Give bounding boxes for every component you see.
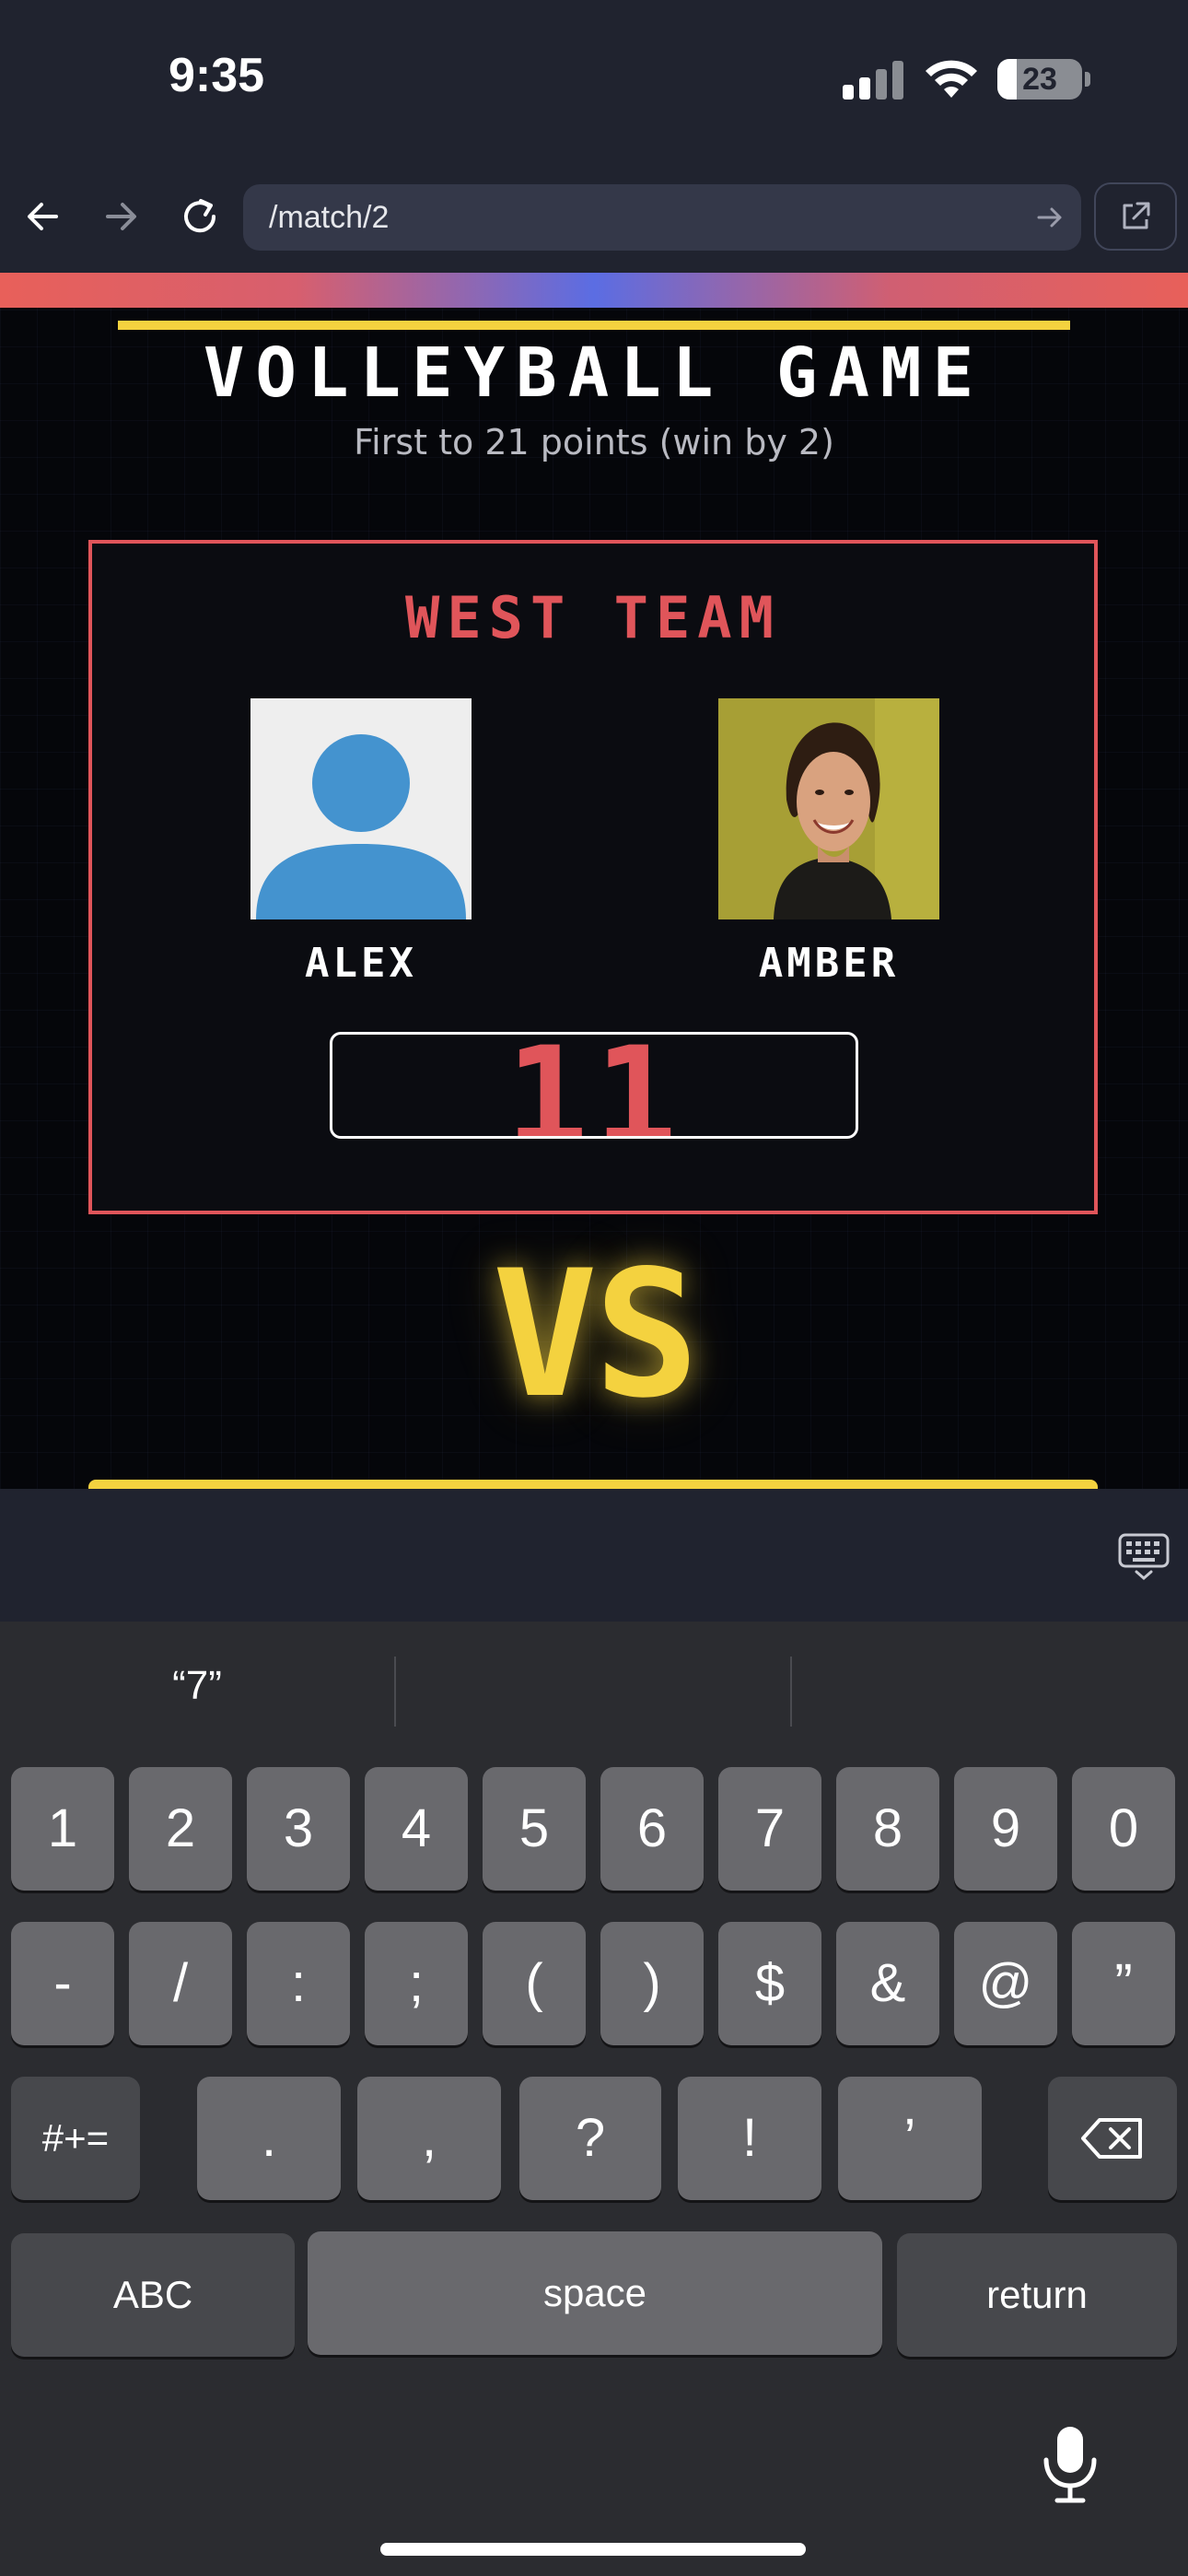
battery-nub <box>1085 72 1090 87</box>
backspace-icon <box>1081 2118 1142 2159</box>
reload-button[interactable] <box>168 184 232 249</box>
suggestion-item[interactable] <box>792 1622 1186 1751</box>
player-avatar <box>718 698 939 919</box>
score-input[interactable]: 11 <box>330 1032 858 1139</box>
key-9[interactable]: 9 <box>954 1767 1057 1891</box>
key-3[interactable]: 3 <box>247 1767 350 1891</box>
keyboard-accessory-bar <box>0 1489 1188 1622</box>
team-card: WEST TEAM ALEX AMBER 11 <box>88 540 1098 1214</box>
go-arrow-icon[interactable] <box>1035 203 1065 232</box>
reload-icon <box>184 199 216 233</box>
open-external-button[interactable] <box>1094 182 1177 251</box>
player-card: ALEX <box>250 698 472 987</box>
battery-icon: 23 <box>997 59 1082 100</box>
key-question[interactable]: ? <box>519 2077 661 2200</box>
key-exclamation[interactable]: ! <box>678 2077 821 2200</box>
key-delete[interactable] <box>1048 2077 1177 2200</box>
player-name: ALEX <box>305 940 417 987</box>
key-ampersand[interactable]: & <box>836 1922 939 2045</box>
forward-button[interactable] <box>88 184 153 249</box>
home-indicator[interactable] <box>380 2543 806 2556</box>
page-subtitle: First to 21 points (win by 2) <box>354 422 834 463</box>
key-1[interactable]: 1 <box>11 1767 114 1891</box>
team-name: WEST TEAM <box>405 584 781 651</box>
key-6[interactable]: 6 <box>600 1767 704 1891</box>
player-card: AMBER <box>718 698 939 987</box>
key-8[interactable]: 8 <box>836 1767 939 1891</box>
microphone-icon[interactable] <box>1039 2423 1101 2506</box>
web-page: VOLLEYBALL GAME First to 21 points (win … <box>0 273 1188 1489</box>
suggestion-item[interactable] <box>396 1622 790 1751</box>
clock: 9:35 <box>169 49 265 102</box>
key-5[interactable]: 5 <box>483 1767 586 1891</box>
key-at[interactable]: @ <box>954 1922 1057 2045</box>
key-apostrophe[interactable]: ’ <box>838 2077 982 2200</box>
key-hyphen[interactable]: - <box>11 1922 114 2045</box>
arrow-left-icon <box>28 203 58 230</box>
key-abc[interactable]: ABC <box>11 2233 295 2357</box>
open-external-icon <box>1123 202 1150 229</box>
key-period[interactable]: . <box>197 2077 341 2200</box>
next-team-card-edge <box>88 1480 1098 1489</box>
key-symbols[interactable]: #+= <box>11 2077 140 2200</box>
keyboard: “7” 1 2 3 4 5 6 7 8 9 0 - / : ; ( ) $ & … <box>0 1622 1188 2576</box>
key-semicolon[interactable]: ; <box>365 1922 468 2045</box>
back-button[interactable] <box>11 184 76 249</box>
vs-label: VS <box>492 1233 700 1436</box>
key-7[interactable]: 7 <box>718 1767 821 1891</box>
url-text: /match/2 <box>269 200 390 235</box>
key-comma[interactable]: , <box>357 2077 501 2200</box>
key-4[interactable]: 4 <box>365 1767 468 1891</box>
player-name: AMBER <box>758 940 900 987</box>
key-return[interactable]: return <box>897 2233 1177 2357</box>
address-bar[interactable]: /match/2 <box>243 184 1081 251</box>
key-dollar[interactable]: $ <box>718 1922 821 2045</box>
key-colon[interactable]: : <box>247 1922 350 2045</box>
status-bar: 9:35 23 <box>0 0 1188 157</box>
header-gradient-strip <box>0 273 1188 308</box>
key-0[interactable]: 0 <box>1072 1767 1175 1891</box>
keyboard-dismiss-icon[interactable] <box>1118 1533 1170 1581</box>
arrow-right-icon <box>106 203 136 230</box>
page-title: VOLLEYBALL GAME <box>203 334 985 413</box>
player-photo <box>718 698 939 919</box>
battery-percent: 23 <box>1022 62 1057 97</box>
suggestion-item[interactable]: “7” <box>0 1622 394 1751</box>
key-space[interactable]: space <box>308 2231 882 2355</box>
key-close-paren[interactable]: ) <box>600 1922 704 2045</box>
key-slash[interactable]: / <box>129 1922 232 2045</box>
suggestion-bar: “7” <box>0 1622 1188 1751</box>
wifi-icon <box>926 60 977 98</box>
key-open-paren[interactable]: ( <box>483 1922 586 2045</box>
key-2[interactable]: 2 <box>129 1767 232 1891</box>
score-value: 11 <box>505 1032 683 1139</box>
default-avatar-icon <box>250 698 472 919</box>
key-quote[interactable]: ” <box>1072 1922 1175 2045</box>
player-avatar <box>250 698 472 919</box>
title-underline <box>118 321 1070 330</box>
cellular-signal-icon <box>843 61 903 100</box>
